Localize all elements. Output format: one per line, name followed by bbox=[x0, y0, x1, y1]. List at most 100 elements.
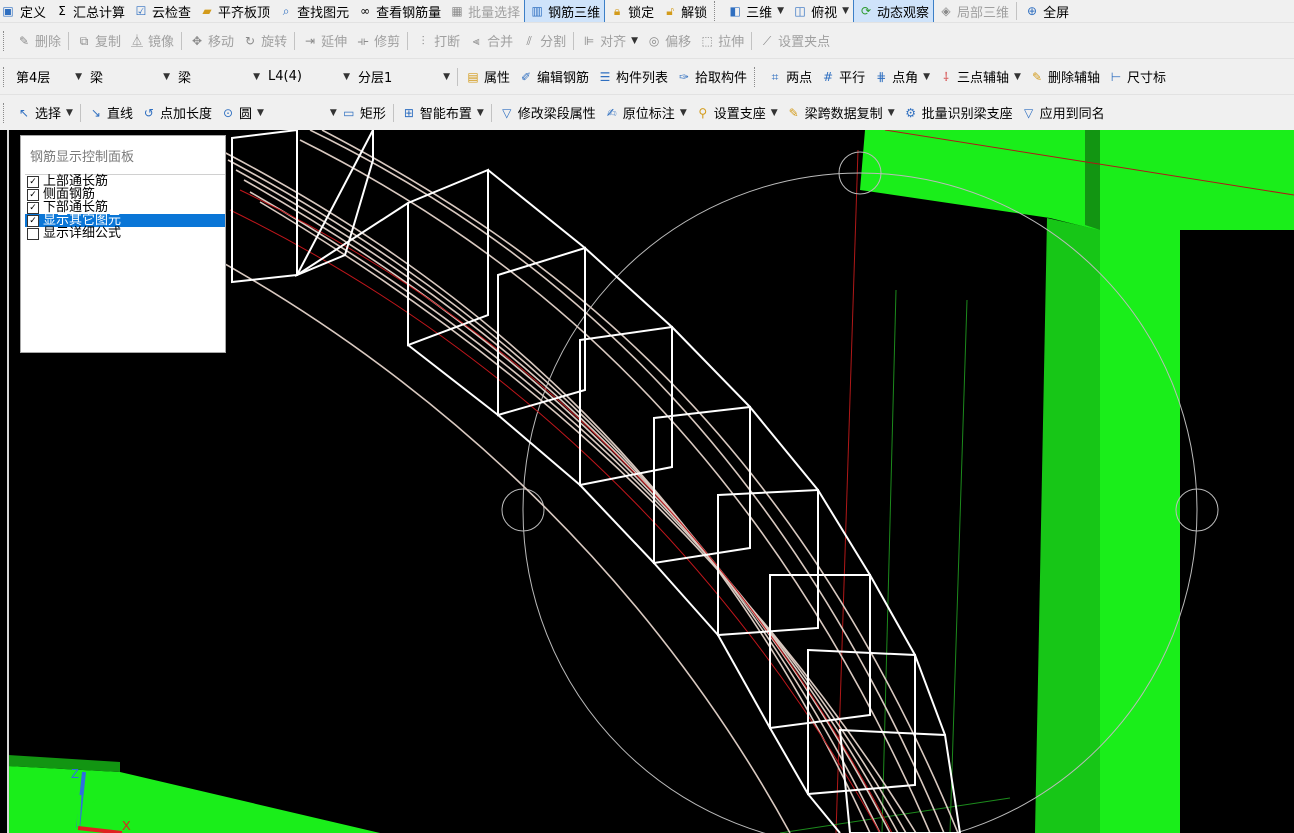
circle-label: 圆 bbox=[238, 107, 252, 122]
separator bbox=[294, 31, 296, 50]
stretch-button[interactable]: ⬚ 拉伸 bbox=[695, 29, 748, 53]
select-button[interactable]: ↖ 选择 ▼ bbox=[12, 101, 77, 125]
type-select[interactable]: 梁 ▼ bbox=[174, 67, 264, 87]
parallel-button[interactable]: # 平行 bbox=[816, 65, 869, 89]
rotate-label: 旋转 bbox=[261, 35, 288, 50]
break-button[interactable]: ⫶ 打断 bbox=[411, 29, 464, 53]
type-value: 梁 bbox=[178, 71, 192, 86]
top-view-button[interactable]: ◫ 俯视 ▼ bbox=[788, 0, 853, 22]
batch-select-button[interactable]: ▦ 批量选择 bbox=[445, 0, 524, 22]
rotate-button[interactable]: ↻ 旋转 bbox=[238, 29, 291, 53]
split-button[interactable]: ⫽ 分割 bbox=[517, 29, 570, 53]
copy-label: 复制 bbox=[95, 35, 122, 50]
category-select[interactable]: 梁 ▼ bbox=[86, 67, 174, 87]
merge-button[interactable]: ⫷ 合并 bbox=[464, 29, 517, 53]
copy-button[interactable]: ⧉ 复制 bbox=[72, 29, 125, 53]
define-button[interactable]: 定义 bbox=[16, 0, 50, 22]
point-angle-icon: ⋕ bbox=[876, 69, 887, 84]
option-show-formula[interactable]: 显示详细公式 bbox=[25, 227, 225, 240]
smart-layout-icon: ⊞ bbox=[403, 105, 414, 120]
orbit-button[interactable]: ⟳ 动态观察 bbox=[853, 0, 935, 22]
span-copy-button[interactable]: ✎ 梁跨数据复制 ▼ bbox=[782, 101, 899, 125]
three-point-axis-button[interactable]: ⸸ 三点辅轴 ▼ bbox=[934, 65, 1025, 89]
parallel-axis-icon: # bbox=[823, 69, 834, 84]
circle-button[interactable]: ⊙ 圆 ▼ bbox=[216, 101, 268, 125]
delete-axis-button[interactable]: ✎ 删除辅轴 bbox=[1025, 65, 1104, 89]
checkbox-unchecked-icon[interactable] bbox=[27, 227, 39, 240]
mirror-button[interactable]: ⏅ 镜像 bbox=[125, 29, 178, 53]
point-angle-button[interactable]: ⋕ 点角 ▼ bbox=[869, 65, 934, 89]
y-axis-label: Y bbox=[89, 795, 98, 810]
properties-button[interactable]: ▤ 属性 bbox=[461, 65, 514, 89]
modify-segment-button[interactable]: ▽ 修改梁段属性 bbox=[495, 101, 600, 125]
offset-button[interactable]: ◎ 偏移 bbox=[642, 29, 695, 53]
line-button[interactable]: ↘ 直线 bbox=[84, 101, 137, 125]
top-view-label: 俯视 bbox=[811, 5, 838, 21]
offset-icon: ◎ bbox=[648, 33, 660, 48]
in-situ-button[interactable]: ✍ 原位标注 ▼ bbox=[600, 101, 691, 125]
toolbar-grip[interactable] bbox=[3, 66, 8, 87]
cloud-check-button[interactable]: ☑ 云检查 bbox=[129, 0, 195, 22]
lock-button[interactable]: 🔒︎ 锁定 bbox=[605, 0, 658, 22]
view-rebar-button[interactable]: ∞ 查看钢筋量 bbox=[353, 0, 445, 22]
extend-button[interactable]: ⇥ 延伸 bbox=[298, 29, 351, 53]
smart-layout-button[interactable]: ⊞ 智能布置 ▼ bbox=[397, 101, 488, 125]
move-button[interactable]: ✥ 移动 bbox=[185, 29, 238, 53]
chevron-down-icon[interactable]: ▼ bbox=[330, 108, 337, 118]
green-column-left-face bbox=[1035, 218, 1100, 833]
dimension-label: 尺寸标 bbox=[1126, 71, 1166, 86]
eraser-icon: ✎ bbox=[18, 33, 30, 48]
delete-axis-icon: ✎ bbox=[1031, 69, 1042, 84]
toolbar-grip[interactable] bbox=[754, 66, 759, 87]
move-label: 移动 bbox=[208, 35, 235, 50]
sublayer-value: 分层1 bbox=[358, 71, 393, 86]
checkbox-checked-icon[interactable]: ✓ bbox=[27, 214, 39, 227]
point-length-button[interactable]: ↺ 点加长度 bbox=[137, 101, 216, 125]
point-length-icon: ↺ bbox=[143, 105, 154, 120]
rebar-option-list: ✓ 上部通长筋 ✓ 侧面钢筋 ✓ 下部通长筋 ✓ 显示其它图元 显示详细公式 bbox=[25, 174, 225, 240]
main-toolbar: ▣ 定义 Σ 汇总计算 ☑ 云检查 ▰ 平齐板顶 ⌕ 查找图元 ∞ 查看钢筋量 ▦ 批量选择… bbox=[0, 0, 1294, 22]
floor-select[interactable]: 第4层 ▼ bbox=[12, 67, 86, 87]
rebar-3d-button[interactable]: ▥ 钢筋三维 bbox=[524, 0, 606, 22]
rect-button[interactable]: ▭ 矩形 bbox=[337, 101, 390, 125]
align-button[interactable]: ⊫ 对齐 ▼ bbox=[577, 29, 642, 53]
checkbox-checked-icon[interactable]: ✓ bbox=[27, 175, 39, 188]
find-element-button[interactable]: ⌕ 查找图元 bbox=[274, 0, 353, 22]
batch-support-button[interactable]: ⚙ 批量识别梁支座 bbox=[899, 101, 1017, 125]
checkbox-checked-icon[interactable]: ✓ bbox=[27, 201, 39, 214]
apply-same-name-button[interactable]: ▽ 应用到同名 bbox=[1017, 101, 1109, 125]
toolbar-grip[interactable] bbox=[714, 1, 719, 21]
toolbar-grip[interactable] bbox=[3, 30, 8, 51]
view-3d-button[interactable]: ◧ 三维 ▼ bbox=[723, 0, 788, 22]
edit-rebar-button[interactable]: ✐ 编辑钢筋 bbox=[514, 65, 593, 89]
annotate-icon: ✍ bbox=[606, 105, 617, 120]
set-support-button[interactable]: ⚲ 设置支座 ▼ bbox=[691, 101, 782, 125]
pick-member-button[interactable]: ✑ 拾取构件 bbox=[672, 65, 751, 89]
trim-label: 修剪 bbox=[374, 35, 401, 50]
x-axis-label: X bbox=[122, 818, 131, 833]
align-slab-button[interactable]: ▰ 平齐板顶 bbox=[195, 0, 274, 22]
summary-button[interactable]: Σ 汇总计算 bbox=[50, 0, 129, 22]
delete-button[interactable]: ✎ 删除 bbox=[12, 29, 65, 53]
checkbox-checked-icon[interactable]: ✓ bbox=[27, 188, 39, 201]
set-grip-button[interactable]: ⟋ 设置夹点 bbox=[755, 29, 834, 53]
dimension-button[interactable]: ⊢ 尺寸标 bbox=[1104, 65, 1170, 89]
chevron-down-icon: ▼ bbox=[66, 107, 73, 118]
trim-button[interactable]: ⟛ 修剪 bbox=[351, 29, 404, 53]
member-select[interactable]: L4(4) ▼ bbox=[264, 67, 354, 87]
sublayer-select[interactable]: 分层1 ▼ bbox=[354, 67, 454, 87]
fullscreen-button[interactable]: ⊕ 全屏 bbox=[1020, 0, 1073, 22]
batch-support-icon: ⚙ bbox=[905, 105, 916, 120]
toolbar-grip[interactable] bbox=[3, 102, 8, 123]
list-icon: ☰ bbox=[599, 69, 611, 84]
unlock-button[interactable]: 🔓︎ 解锁 bbox=[658, 0, 711, 22]
sigma-icon: Σ bbox=[58, 4, 66, 18]
three-point-axis-icon: ⸸ bbox=[943, 69, 949, 84]
in-situ-label: 原位标注 bbox=[622, 107, 675, 122]
category-value: 梁 bbox=[90, 71, 104, 86]
two-points-button[interactable]: ⌗ 两点 bbox=[763, 65, 816, 89]
member-list-button[interactable]: ☰ 构件列表 bbox=[593, 65, 672, 89]
local-3d-button[interactable]: ◈ 局部三维 bbox=[934, 0, 1013, 22]
span-copy-label: 梁跨数据复制 bbox=[804, 107, 883, 122]
view-rebar-label: 查看钢筋量 bbox=[376, 5, 442, 21]
